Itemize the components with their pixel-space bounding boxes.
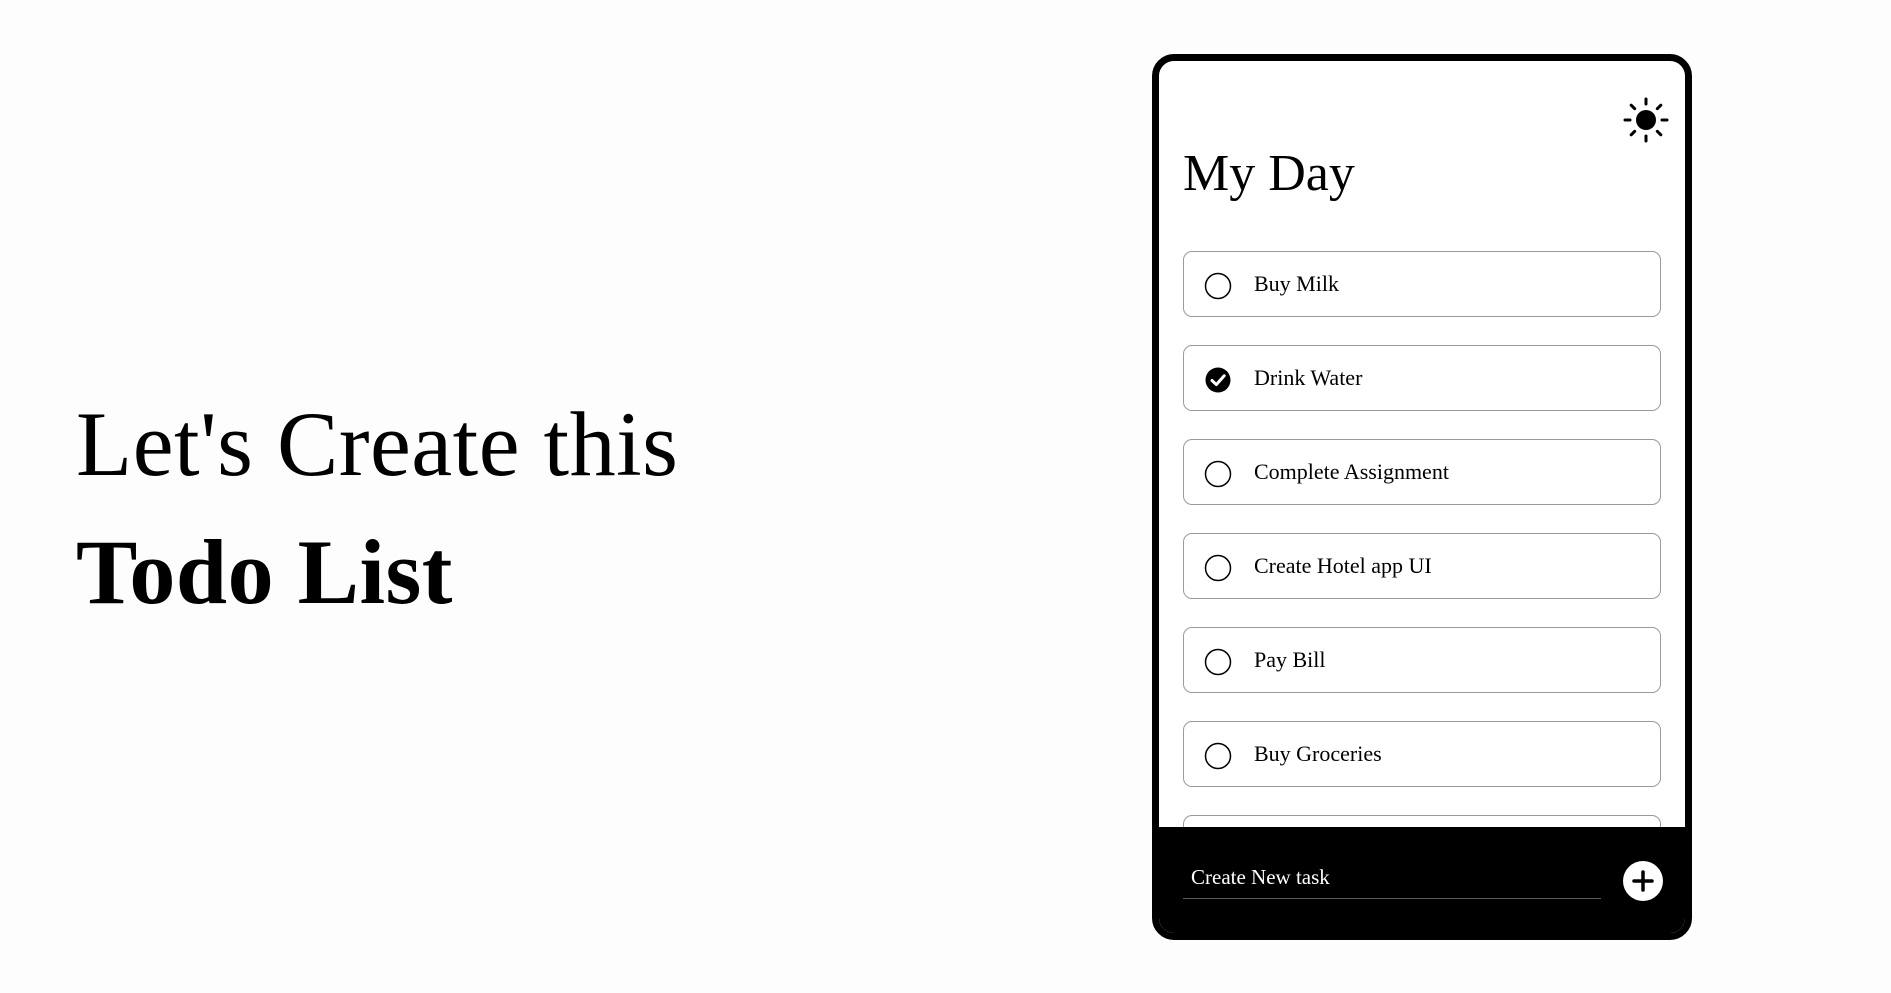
unchecked-circle-icon[interactable]	[1204, 648, 1232, 676]
task-label: Complete Assignment	[1254, 459, 1449, 484]
unchecked-circle-icon[interactable]	[1204, 554, 1232, 582]
plus-icon	[1632, 870, 1654, 892]
unchecked-circle-icon[interactable]	[1204, 460, 1232, 488]
unchecked-circle-icon[interactable]	[1204, 272, 1232, 300]
hero-heading: Let's Create this Todo List	[76, 380, 836, 636]
task-item[interactable]: Complete Assignment	[1183, 439, 1661, 505]
page-title: My Day	[1183, 145, 1355, 202]
task-label: Buy Groceries	[1254, 741, 1382, 766]
new-task-bar	[1159, 827, 1685, 933]
task-item[interactable]: Buy Groceries	[1183, 721, 1661, 787]
task-item[interactable]: Create Hotel app UI	[1183, 533, 1661, 599]
sun-icon	[1623, 97, 1669, 143]
task-label: Drink Water	[1254, 365, 1363, 390]
task-list[interactable]: Buy Milk Drink Water Complete Assignment Cr…	[1159, 242, 1685, 834]
task-item[interactable]: Buy Milk	[1183, 251, 1661, 317]
hero-line-2: Todo List	[76, 521, 453, 623]
task-label: Create Hotel app UI	[1254, 553, 1432, 578]
task-item[interactable]: Drink Water	[1183, 345, 1661, 411]
theme-toggle-button[interactable]	[1623, 97, 1669, 143]
checked-circle-icon[interactable]	[1204, 366, 1232, 394]
unchecked-circle-icon[interactable]	[1204, 742, 1232, 770]
add-task-button[interactable]	[1623, 861, 1663, 901]
new-task-input[interactable]	[1183, 857, 1601, 899]
hero-line-1: Let's Create this	[76, 393, 679, 495]
task-label: Pay Bill	[1254, 647, 1326, 672]
todo-app-frame: My Day Buy Milk Drink Water Complete Assig…	[1152, 54, 1692, 940]
task-item[interactable]: Pay Bill	[1183, 627, 1661, 693]
task-label: Buy Milk	[1254, 271, 1339, 296]
